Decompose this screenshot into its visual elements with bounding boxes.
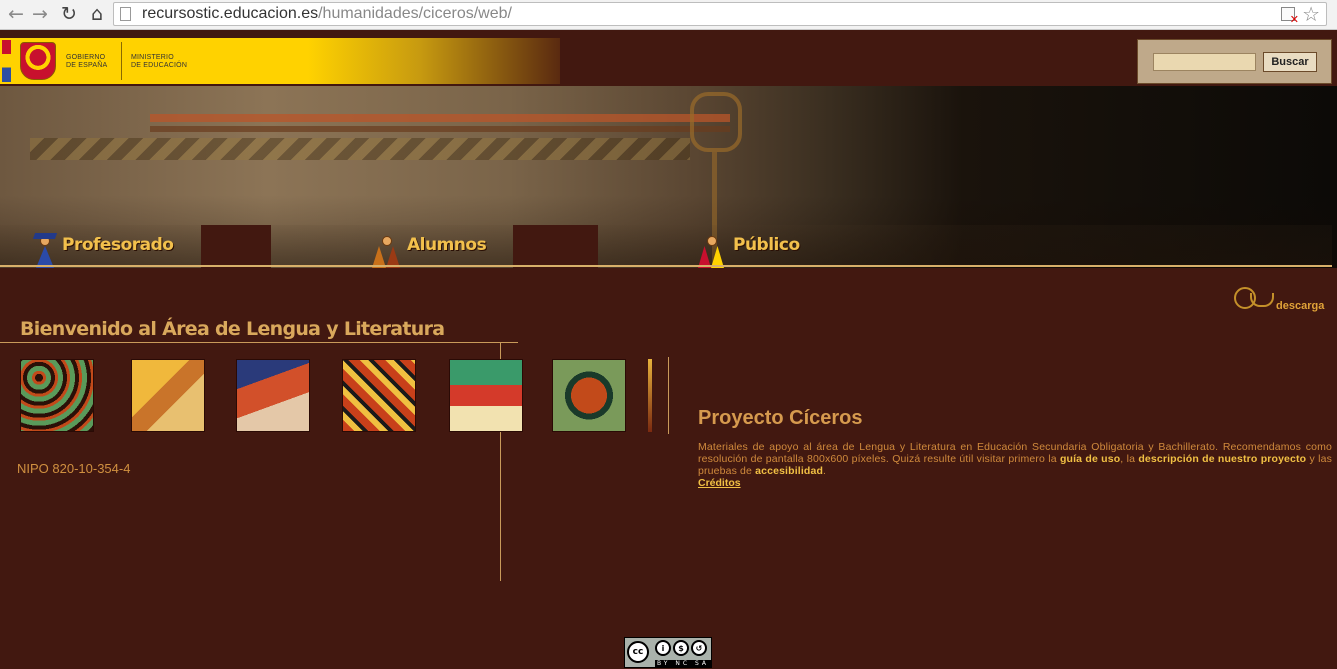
project-description: Materiales de apoyo al área de Lengua y …: [698, 441, 1332, 477]
thumbnail-link[interactable]: [648, 359, 652, 432]
desc-text: , la: [1120, 453, 1139, 465]
desc-text: .: [823, 465, 827, 477]
license-terms: BY NC SA: [655, 660, 711, 668]
nav-label-publico: Público: [733, 235, 800, 255]
coat-of-arms-icon: [20, 42, 56, 80]
search-box: Buscar: [1137, 39, 1332, 84]
nav-underline: [0, 265, 1332, 267]
banner-decoration: [30, 138, 690, 160]
address-url[interactable]: recursostic.educacion.es/humanidades/cic…: [142, 4, 512, 24]
reload-icon[interactable]: ↻: [57, 2, 81, 26]
nipo-code: NIPO 820-10-354-4: [17, 461, 131, 476]
noncommercial-icon: $: [673, 640, 689, 656]
public-icon: [698, 236, 726, 268]
nav-gap: [201, 225, 271, 268]
bookmark-star-icon[interactable]: ☆: [1302, 2, 1320, 26]
nav-label-alumnos: Alumnos: [407, 235, 487, 255]
back-icon[interactable]: ←: [4, 2, 28, 26]
students-icon: [372, 236, 402, 268]
search-input[interactable]: [1153, 53, 1256, 71]
cc-text: cc: [632, 647, 644, 657]
project-title: Proyecto Cíceros: [698, 407, 863, 429]
nav-gap: [513, 225, 598, 268]
banner-knot-ornament: [690, 92, 742, 152]
teacher-icon: [32, 233, 58, 268]
creative-commons-badge[interactable]: cc i $ ↺ BY NC SA: [624, 637, 712, 668]
accessibility-link[interactable]: accesibilidad: [755, 465, 823, 477]
address-bar[interactable]: recursostic.educacion.es/humanidades/cic…: [113, 2, 1327, 26]
gov-line1: GOBIERNO: [66, 54, 106, 61]
ministry-line1: MINISTERIO: [131, 54, 174, 61]
sharealike-icon: ↺: [691, 640, 707, 656]
credits-link[interactable]: Créditos: [698, 477, 741, 489]
url-host: recursostic.educacion.es: [142, 5, 319, 22]
cc-icon: cc: [627, 641, 649, 663]
thumbnail-divider: [668, 357, 669, 434]
welcome-title: Bienvenido al Área de Lengua y Literatur…: [20, 318, 445, 340]
forward-icon[interactable]: →: [28, 2, 52, 26]
flag-icon: [2, 40, 11, 82]
nav-tab-profesorado[interactable]: Profesorado: [0, 225, 201, 267]
thumbnail-link[interactable]: [552, 359, 626, 432]
thumbnail-link[interactable]: [449, 359, 523, 432]
gov-line2: DE ESPAÑA: [66, 62, 108, 69]
thumbnail-link[interactable]: [20, 359, 94, 432]
popup-blocked-icon[interactable]: [1281, 7, 1299, 26]
browser-toolbar: ← → ↻ ⌂ recursostic.educacion.es/humanid…: [0, 0, 1337, 30]
government-logo-bar[interactable]: GOBIERNO DE ESPAÑA MINISTERIO DE EDUCACI…: [0, 38, 560, 84]
welcome-divider: [0, 342, 518, 343]
home-icon[interactable]: ⌂: [85, 2, 109, 26]
download-arrow-icon: [1250, 293, 1274, 307]
download-link[interactable]: descarga: [1234, 287, 1334, 315]
project-description-link[interactable]: descripción de nuestro proyecto: [1138, 453, 1306, 465]
ministry-label: MINISTERIO DE EDUCACIÓN: [131, 54, 187, 70]
url-path: /humanidades/ciceros/web/: [318, 5, 512, 22]
logo-divider: [121, 42, 122, 80]
page-icon: [120, 7, 131, 21]
search-button[interactable]: Buscar: [1263, 52, 1317, 72]
banner-decoration: [150, 126, 730, 132]
banner-decoration: [150, 114, 730, 122]
thumbnail-link[interactable]: [131, 359, 205, 432]
ministry-line2: DE EDUCACIÓN: [131, 62, 188, 69]
attribution-icon: i: [655, 640, 671, 656]
thumbnail-link[interactable]: [342, 359, 416, 432]
guide-link[interactable]: guía de uso: [1060, 453, 1120, 465]
government-label: GOBIERNO DE ESPAÑA: [66, 54, 107, 70]
thumbnail-link[interactable]: [236, 359, 310, 432]
download-label: descarga: [1276, 300, 1325, 312]
nav-label-profesorado: Profesorado: [62, 235, 174, 255]
